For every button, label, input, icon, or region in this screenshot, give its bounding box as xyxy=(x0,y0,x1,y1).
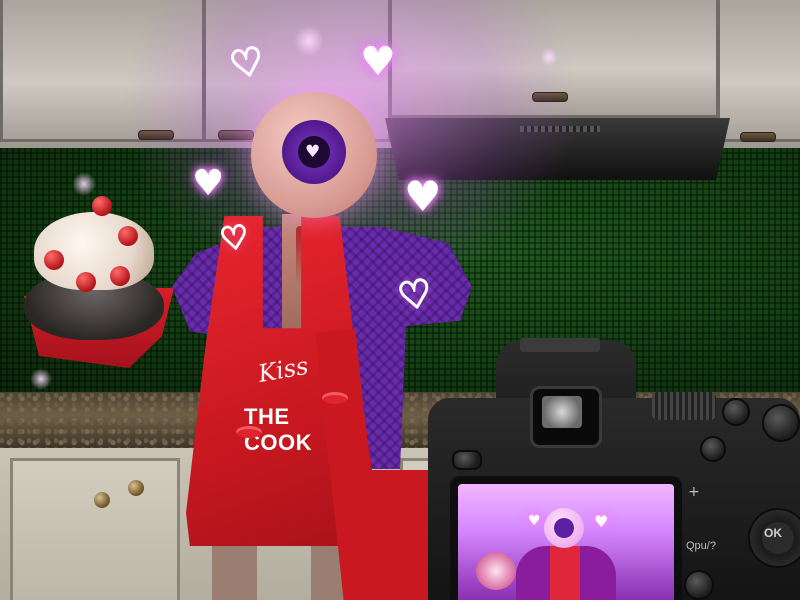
heart-icon: ♥ xyxy=(528,513,541,529)
scene: Kiss THE COOK ♥ ♡ ♥ ♥ ♥ ♡ ♡ + Qpu/? OK ♥… xyxy=(0,0,800,600)
cherry xyxy=(118,226,138,246)
camera-ok-label: OK xyxy=(764,526,782,540)
heart-icon: ♥ xyxy=(192,163,225,204)
camera-dial xyxy=(652,392,716,420)
cherry xyxy=(76,272,96,292)
preview-sundae xyxy=(476,552,516,590)
heart-icon: ♥ xyxy=(305,142,321,162)
cabinet-door xyxy=(0,0,205,142)
cherry xyxy=(44,250,64,270)
lower-cabinet-door xyxy=(10,458,180,600)
sparkle xyxy=(540,48,558,66)
cabinet-handle xyxy=(740,132,776,142)
heart-outline-icon: ♡ xyxy=(393,269,436,320)
range-hood-vent xyxy=(520,126,600,132)
cabinet-handle xyxy=(218,130,254,140)
camera-button xyxy=(722,398,750,426)
cabinet-handle xyxy=(532,92,568,102)
heart-icon: ♥ xyxy=(360,39,396,85)
heart-icon: ♥ xyxy=(594,512,609,531)
cabinet-handle xyxy=(138,130,174,140)
heart-outline-icon: ♡ xyxy=(216,216,252,260)
camera-plus-label: + xyxy=(688,484,700,500)
cabinet-knob xyxy=(94,492,110,508)
cabinet-door xyxy=(717,0,800,142)
camera-button xyxy=(762,404,800,442)
eye-icon: ♥ xyxy=(282,120,346,184)
lips-print-icon xyxy=(236,426,262,438)
camera-button xyxy=(452,450,482,470)
cabinet-knob xyxy=(128,480,144,496)
lips-print-icon xyxy=(322,392,348,404)
camera-button xyxy=(700,436,726,462)
viewfinder-glass xyxy=(542,396,582,428)
character-head: ♥ xyxy=(251,92,377,218)
apron-tie xyxy=(370,470,430,600)
preview-head xyxy=(544,508,584,548)
pupil: ♥ xyxy=(298,136,330,168)
camera-preview: ♥ ♥ xyxy=(458,484,674,600)
sparkle xyxy=(72,172,96,196)
preview-apron xyxy=(550,546,580,600)
heart-icon: ♥ xyxy=(404,172,442,221)
camera-button-label: Qpu/? xyxy=(686,540,716,552)
cherry xyxy=(110,266,130,286)
sparkle xyxy=(294,26,324,56)
preview-eye-icon xyxy=(554,518,574,538)
camera-button xyxy=(684,570,714,600)
cherry xyxy=(92,196,112,216)
camera-hotshoe xyxy=(520,338,600,352)
camera-screen: ♥ ♥ xyxy=(450,476,682,600)
sparkle xyxy=(30,368,52,390)
